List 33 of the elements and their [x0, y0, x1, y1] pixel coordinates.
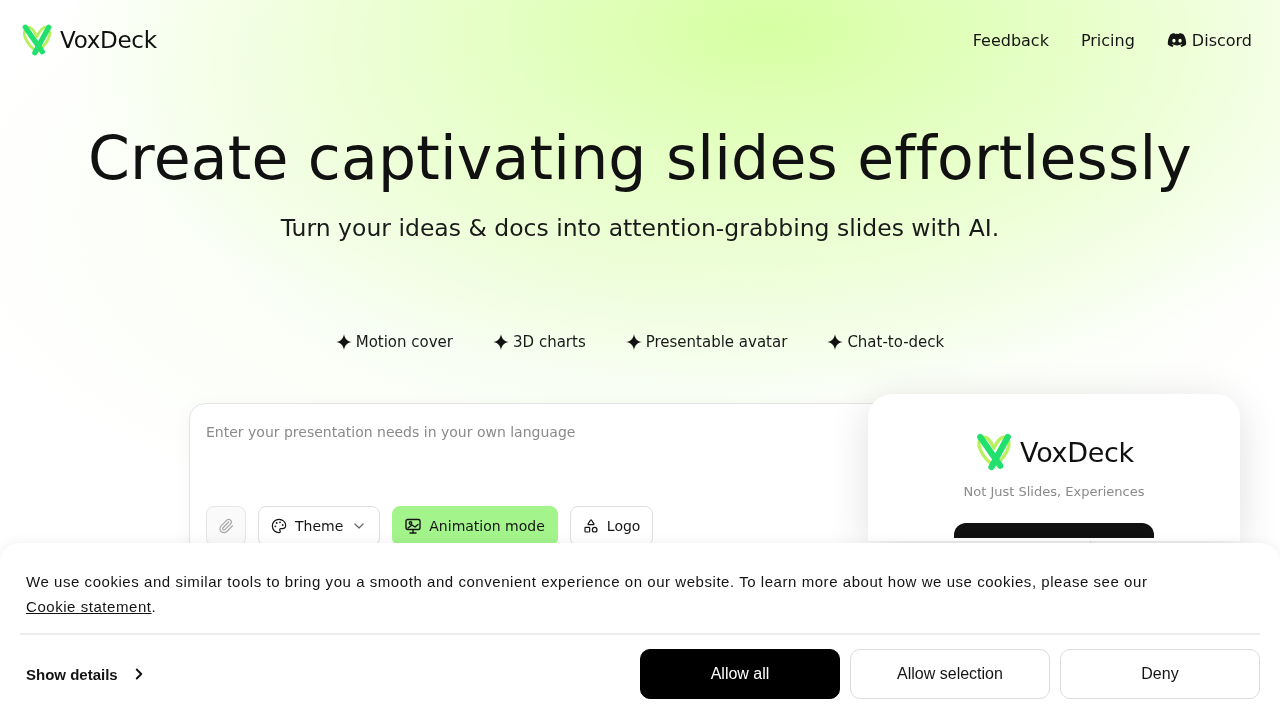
show-details-button[interactable]: Show details	[26, 665, 148, 683]
consent-button[interactable]: Deny	[1060, 649, 1260, 699]
nav-link[interactable]: Discord	[1166, 30, 1252, 50]
sparkle-icon	[493, 334, 510, 350]
sparkle-icon	[335, 334, 352, 350]
tagline: Not Just Slides, Experiences	[963, 484, 1145, 499]
toolbar-button[interactable]: Theme	[258, 506, 381, 546]
shapes-icon	[582, 518, 599, 534]
hero-subtitle: Turn your ideas & docs into attention-grabbing slides with AI.	[280, 213, 1000, 244]
nav-link[interactable]: Pricing	[1080, 30, 1135, 50]
sparkle-icon	[625, 334, 642, 350]
toolbar-button[interactable]: Logo	[569, 506, 654, 546]
paperclip-icon	[218, 518, 234, 534]
brand-name: VoxDeck	[1020, 436, 1134, 468]
brand-name: VoxDeck	[60, 27, 157, 53]
prompt-field[interactable]: Enter your presentation needs in your own language	[206, 420, 846, 506]
dark-button[interactable]	[954, 523, 1154, 538]
logo-icon	[20, 23, 54, 57]
hero-title: Create captivating slides effortlessly	[88, 124, 1192, 192]
feature-label: Presentable avatar	[645, 333, 788, 351]
consent-button[interactable]: Allow all	[640, 649, 840, 699]
feature-label: 3D charts	[513, 333, 586, 351]
feature-label: Motion cover	[355, 333, 454, 351]
palette-icon	[271, 518, 287, 534]
cookie-statement-link[interactable]: Cookie statement	[26, 598, 152, 615]
nav-link[interactable]: Feedback	[972, 30, 1049, 50]
toolbar-button[interactable]: Animation mode	[392, 506, 558, 546]
cookie-notice-text: We use cookies and similar tools to bring you a smooth and convenient experience on our website. To learn more about how we use cookies, please see our Cookie statement.	[25, 572, 1149, 617]
consent-button[interactable]: Allow selection	[850, 649, 1050, 699]
feature-label: Chat-to-deck	[847, 333, 945, 351]
gamepad-face-icon	[1166, 30, 1187, 50]
monitor-image-icon	[405, 518, 422, 534]
sparkle-icon	[827, 334, 844, 350]
